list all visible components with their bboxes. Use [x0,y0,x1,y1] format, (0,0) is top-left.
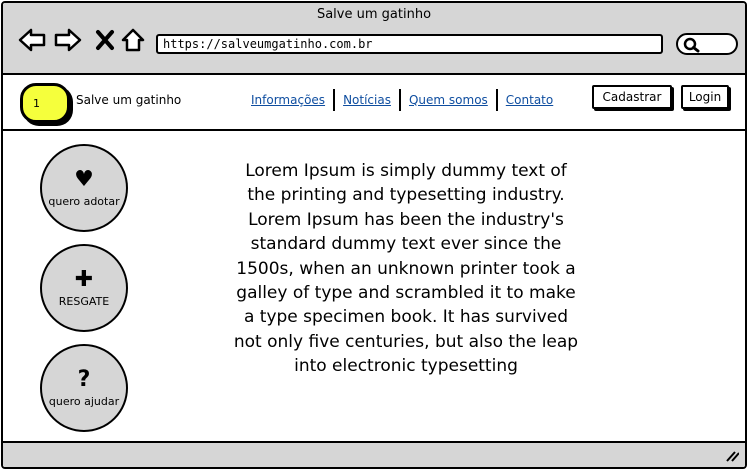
home-icon [121,28,145,52]
browser-titlebar: Salve um gatinho https://salveumgatinho.… [3,3,745,75]
resize-grip-icon[interactable] [725,450,739,462]
login-button[interactable]: Login [681,85,729,109]
menu-link-noticias[interactable]: Notícias [335,89,401,111]
search-icon [683,37,700,53]
rescue-button[interactable]: ✚ RESGATE [40,244,128,332]
register-button[interactable]: Cadastrar [592,85,672,109]
search-field[interactable] [676,33,738,55]
help-button[interactable]: ? quero ajudar [40,344,128,432]
back-button[interactable] [18,25,46,55]
close-icon [96,30,114,50]
browser-window: Salve um gatinho https://salveumgatinho.… [1,1,747,469]
site-logo[interactable]: 1 [20,83,70,123]
adopt-button[interactable]: ♥ quero adotar [40,144,128,232]
status-bar [3,441,745,467]
intro-text: Lorem Ipsum is simply dummy text of the … [233,161,579,377]
plus-icon: ✚ [74,266,94,292]
menu-link-contato[interactable]: Contato [498,89,561,111]
site-name: Salve um gatinho [76,93,182,107]
heart-icon: ♥ [74,166,94,192]
site-header: 1 Salve um gatinho Informações Notícias … [3,77,745,131]
logo-number: 1 [33,96,40,110]
menu-link-informacoes[interactable]: Informações [243,89,336,111]
forward-button[interactable] [54,25,82,55]
rescue-label: RESGATE [58,294,110,308]
url-input[interactable]: https://salveumgatinho.com.br [156,34,663,54]
home-button[interactable] [119,25,147,55]
help-label: quero ajudar [48,394,120,408]
main-content: ♥ quero adotar ✚ RESGATE ? quero ajudar … [3,131,745,443]
stop-button[interactable] [91,25,119,55]
window-title: Salve um gatinho [316,7,432,22]
question-icon: ? [77,366,91,392]
arrow-left-icon [18,28,46,52]
main-menu: Informações Notícias Quem somos Contato [243,89,561,111]
adopt-label: quero adotar [48,194,120,208]
arrow-right-icon [54,28,82,52]
menu-link-quem-somos[interactable]: Quem somos [401,89,498,111]
